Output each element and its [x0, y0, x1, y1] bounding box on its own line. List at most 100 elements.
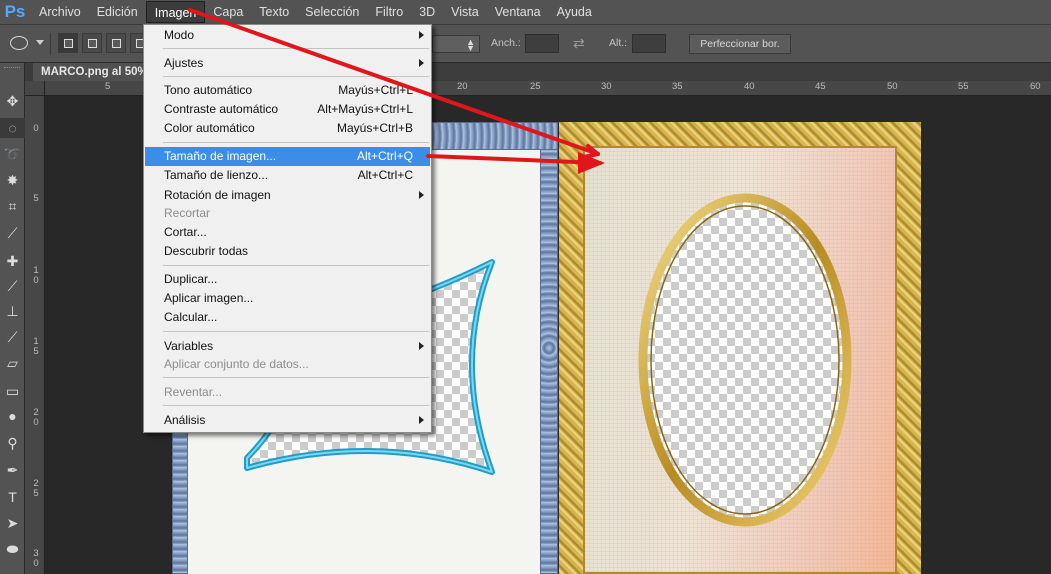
new-selection-button[interactable]	[58, 33, 78, 53]
ruler-label: 20	[457, 81, 468, 92]
swap-dimensions-icon[interactable]: ⇄	[573, 35, 585, 52]
menu-item-contraste-automatico[interactable]: Contraste automático Alt+Mayús+Ctrl+L	[145, 100, 430, 119]
ruler-label: 2 0	[33, 407, 39, 428]
pen-tool-icon[interactable]: ✒	[0, 460, 25, 480]
submenu-arrow-icon	[419, 416, 424, 424]
height-field[interactable]	[632, 34, 666, 53]
ruler-left[interactable]: 0 5 1 0 1 5 2 0 2 5 3 0	[25, 96, 45, 574]
marquee-tool-icon[interactable]: ◌	[0, 118, 25, 138]
width-field[interactable]	[525, 34, 559, 53]
submenu-arrow-icon	[419, 342, 424, 350]
menu-separator	[163, 142, 429, 143]
menu-item-label: Rotación de imagen	[164, 188, 271, 202]
ruler-label: 5	[33, 193, 39, 204]
document-tab[interactable]: MARCO.png al 50%	[33, 63, 157, 81]
ruler-label: 35	[672, 81, 683, 92]
ruler-label: 50	[887, 81, 898, 92]
add-to-selection-button[interactable]	[82, 33, 102, 53]
menu-filtro[interactable]: Filtro	[367, 1, 411, 23]
menu-edicion[interactable]: Edición	[89, 1, 146, 23]
ruler-label: 60	[1030, 81, 1041, 92]
dodge-tool-icon[interactable]: ⚲	[0, 433, 25, 453]
submenu-arrow-icon	[419, 191, 424, 199]
blur-tool-icon[interactable]: ●	[0, 406, 25, 426]
menu-ventana[interactable]: Ventana	[487, 1, 549, 23]
ruler-label: 2 5	[33, 478, 39, 499]
refine-edge-button[interactable]: Perfeccionar bor.	[689, 34, 791, 54]
ruler-label: 45	[815, 81, 826, 92]
menu-item-duplicar[interactable]: Duplicar...	[145, 270, 430, 289]
menu-texto[interactable]: Texto	[251, 1, 297, 23]
ruler-label: 1 5	[33, 336, 39, 357]
menu-archivo[interactable]: Archivo	[31, 1, 89, 23]
menu-item-tono-automatico[interactable]: Tono automático Mayús+Ctrl+L	[145, 81, 430, 100]
subtract-from-selection-button[interactable]	[106, 33, 126, 53]
menu-item-rotacion-de-imagen[interactable]: Rotación de imagen	[145, 186, 430, 205]
menu-item-label: Calcular...	[164, 310, 218, 324]
menu-imagen[interactable]: Imagen	[145, 1, 206, 23]
menu-item-analisis[interactable]: Análisis	[145, 411, 430, 430]
type-tool-icon[interactable]: T	[0, 487, 25, 507]
imagen-menu-dropdown: Modo Ajustes Tono automático Mayús+Ctrl+…	[143, 24, 432, 433]
menu-item-aplicar-conjunto-de-datos: Aplicar conjunto de datos...	[145, 355, 430, 374]
menu-item-label: Cortar...	[164, 225, 207, 239]
menu-item-ajustes[interactable]: Ajustes	[145, 54, 430, 73]
ruler-label: 30	[601, 81, 612, 92]
menu-3d[interactable]: 3D	[411, 1, 443, 23]
menu-separator	[163, 377, 429, 378]
menu-ayuda[interactable]: Ayuda	[549, 1, 600, 23]
menu-vista[interactable]: Vista	[443, 1, 487, 23]
style-select[interactable]: ▲ ▼	[432, 35, 480, 53]
menu-item-calcular[interactable]: Calcular...	[145, 308, 430, 327]
menu-item-descubrir-todas[interactable]: Descubrir todas	[145, 242, 430, 261]
menu-item-label: Variables	[164, 339, 214, 353]
menu-item-label: Ajustes	[164, 56, 204, 70]
menu-separator	[163, 331, 429, 332]
menu-item-aplicar-imagen[interactable]: Aplicar imagen...	[145, 289, 430, 308]
panel-grip-icon[interactable]	[4, 67, 20, 69]
menu-item-label: Aplicar conjunto de datos...	[164, 357, 309, 371]
gold-frame-image[interactable]	[559, 122, 921, 574]
menu-item-recortar: Recortar	[145, 204, 430, 223]
lasso-tool-icon[interactable]: ➰	[0, 144, 25, 164]
healing-brush-tool-icon[interactable]: ✚	[0, 251, 25, 271]
menu-item-label: Reventar...	[164, 385, 223, 399]
elliptical-marquee-icon[interactable]	[10, 36, 28, 50]
menu-item-shortcut: Alt+Ctrl+C	[357, 168, 413, 182]
eyedropper-tool-icon[interactable]: ⟋	[0, 223, 25, 243]
menu-item-variables[interactable]: Variables	[145, 337, 430, 356]
menu-item-cortar[interactable]: Cortar...	[145, 223, 430, 242]
menu-capa[interactable]: Capa	[205, 1, 251, 23]
crop-tool-icon[interactable]: ⌗	[0, 196, 25, 216]
submenu-arrow-icon	[419, 59, 424, 67]
menu-item-label: Contraste automático	[164, 102, 279, 116]
select-arrows-icon: ▲ ▼	[466, 37, 475, 53]
tool-preset-dropdown-icon[interactable]	[36, 40, 44, 45]
history-brush-tool-icon[interactable]: ⟋	[0, 327, 25, 347]
stamp-tool-icon[interactable]: ⊥	[0, 301, 25, 321]
ruler-label: 3 0	[33, 548, 39, 569]
gradient-tool-icon[interactable]: ▭	[0, 381, 25, 401]
menu-separator	[163, 76, 429, 77]
menu-item-shortcut: Mayús+Ctrl+L	[338, 83, 413, 97]
menu-item-tamano-de-imagen[interactable]: Tamaño de imagen... Alt+Ctrl+Q	[145, 147, 430, 166]
tools-panel: ✥ ◌ ➰ ✸ ⌗ ⟋ ✚ ⟋ ⊥ ⟋ ▱ ▭ ● ⚲ ✒ T ➤ ⬬	[0, 63, 25, 574]
move-tool-icon[interactable]: ✥	[0, 91, 25, 111]
menu-separator	[163, 48, 429, 49]
menu-item-color-automatico[interactable]: Color automático Mayús+Ctrl+B	[145, 119, 430, 138]
ruler-origin[interactable]	[25, 81, 45, 96]
menu-item-label: Tamaño de imagen...	[164, 149, 277, 163]
brush-tool-icon[interactable]: ⟋	[0, 276, 25, 296]
menu-item-modo[interactable]: Modo	[145, 26, 430, 45]
menu-seleccion[interactable]: Selección	[297, 1, 367, 23]
menu-item-label: Color automático	[164, 121, 255, 135]
magic-wand-tool-icon[interactable]: ✸	[0, 170, 25, 190]
eraser-tool-icon[interactable]: ▱	[0, 353, 25, 373]
menu-item-tamano-de-lienzo[interactable]: Tamaño de lienzo... Alt+Ctrl+C	[145, 166, 430, 185]
menu-separator	[163, 405, 429, 406]
menu-separator	[163, 265, 429, 266]
shape-tool-icon[interactable]: ⬬	[0, 539, 25, 559]
menu-item-label: Modo	[164, 28, 195, 42]
height-label: Alt.:	[609, 37, 628, 49]
path-selection-tool-icon[interactable]: ➤	[0, 513, 25, 533]
